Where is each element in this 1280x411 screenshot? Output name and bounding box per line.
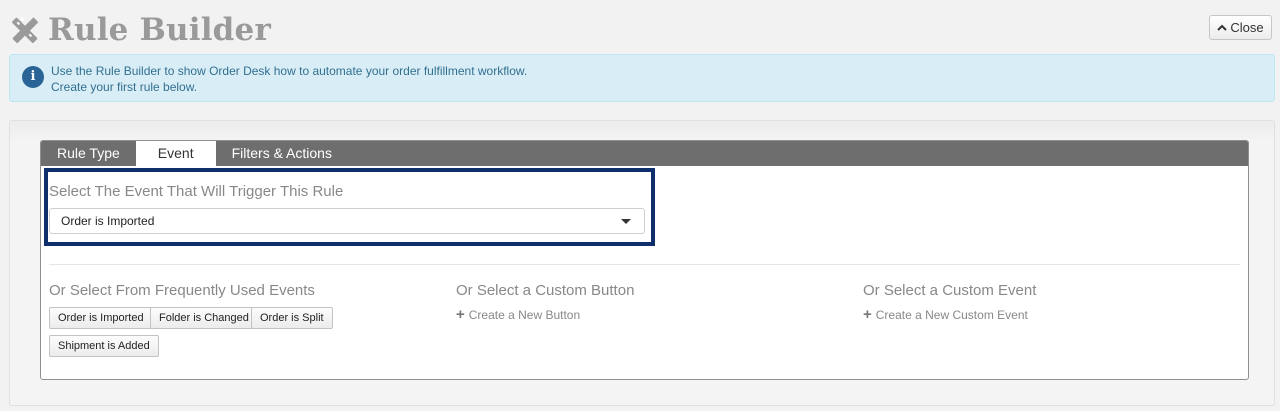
event-chip-shipment-added[interactable]: Shipment is Added: [49, 335, 159, 357]
tab-rule-type[interactable]: Rule Type: [41, 141, 136, 166]
info-icon: i: [22, 66, 44, 88]
section-divider: [49, 264, 1240, 265]
chevron-up-icon: [1217, 24, 1228, 31]
create-custom-event-text: Create a New Custom Event: [875, 308, 1028, 322]
caret-down-icon: [621, 219, 631, 224]
event-chip-order-imported[interactable]: Order is Imported: [49, 307, 153, 329]
event-select-value: Order is Imported: [61, 214, 155, 228]
page-title: Rule Builder: [48, 12, 272, 48]
create-button-link[interactable]: + Create a New Button: [456, 306, 581, 323]
event-select-label: Select The Event That Will Trigger This …: [49, 183, 344, 200]
custom-button-label: Or Select a Custom Button: [456, 282, 635, 299]
alert-line-1: Use the Rule Builder to show Order Desk …: [51, 64, 528, 78]
event-chip-order-split[interactable]: Order is Split: [251, 307, 333, 329]
tab-filters-actions[interactable]: Filters & Actions: [216, 141, 348, 166]
rule-builder-page: Rule Builder Close i Use the Rule Builde…: [0, 0, 1280, 411]
plus-icon: +: [456, 306, 465, 323]
create-custom-event-link[interactable]: + Create a New Custom Event: [863, 306, 1028, 323]
frequent-events-label: Or Select From Frequently Used Events: [49, 282, 315, 299]
rule-card: Rule Type Event Filters & Actions Select…: [40, 140, 1249, 380]
close-button-label: Close: [1230, 20, 1264, 35]
panel-shade: [10, 121, 1274, 141]
tab-bar: Rule Type Event Filters & Actions: [41, 141, 1248, 166]
create-button-text: Create a New Button: [468, 308, 581, 322]
highlight-box: [44, 168, 655, 246]
event-chip-folder-changed[interactable]: Folder is Changed: [150, 307, 258, 329]
tab-event[interactable]: Event: [135, 141, 216, 166]
custom-event-label: Or Select a Custom Event: [863, 282, 1037, 299]
alert-text: Use the Rule Builder to show Order Desk …: [51, 63, 527, 95]
page-header: Rule Builder: [8, 10, 271, 50]
alert-line-2: Create your first rule below.: [51, 80, 198, 94]
info-alert: i Use the Rule Builder to show Order Des…: [9, 54, 1275, 102]
close-button[interactable]: Close: [1209, 15, 1272, 40]
event-select[interactable]: Order is Imported: [49, 208, 645, 234]
pencil-ruler-icon: [11, 17, 39, 44]
plus-icon: +: [863, 306, 872, 323]
